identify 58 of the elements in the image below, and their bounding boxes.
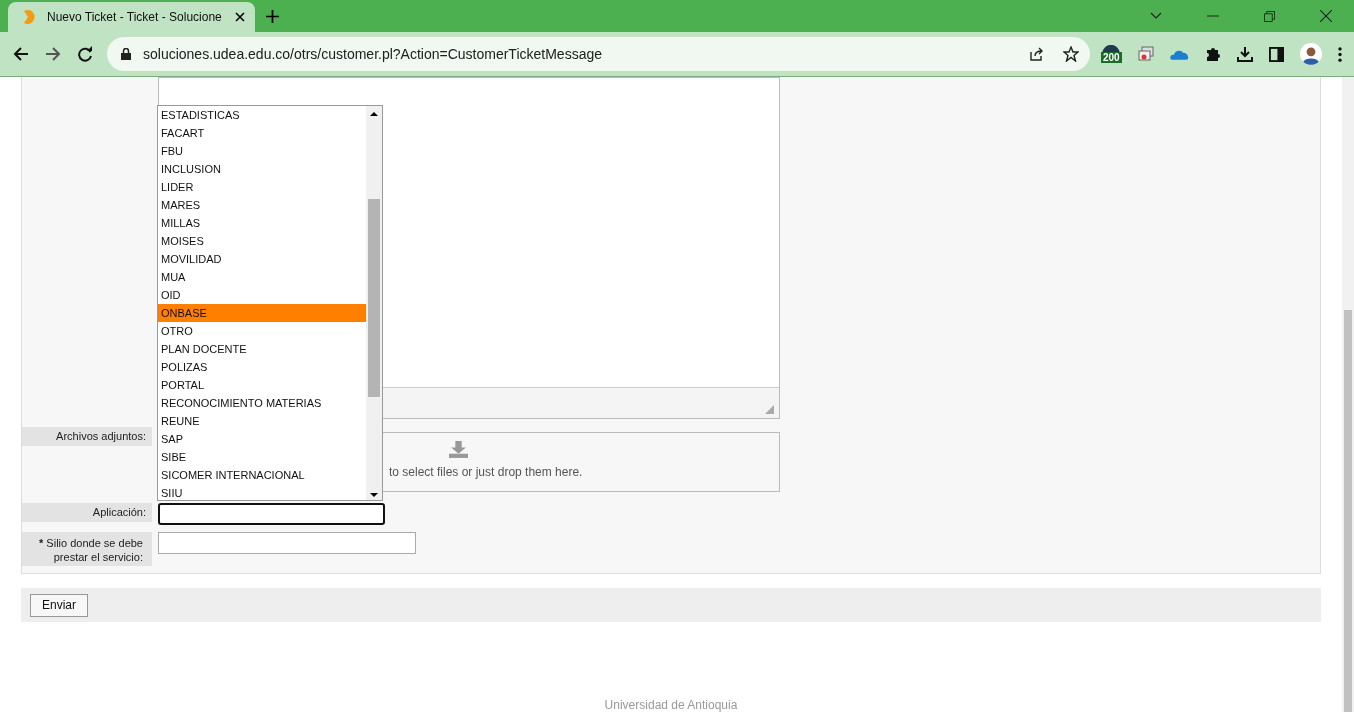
dropdown-option[interactable]: LIDER [158,178,366,196]
dropdown-option[interactable]: MOVILIDAD [158,250,366,268]
dropdown-option[interactable]: MUA [158,268,366,286]
forward-icon[interactable] [45,46,61,62]
scroll-down-icon[interactable] [370,493,378,497]
scrollbar-thumb[interactable] [368,198,380,397]
menu-icon[interactable] [1337,46,1342,62]
dropdown-option[interactable]: ONBASE [158,304,366,322]
dropdown-option[interactable]: PORTAL [158,376,366,394]
download-icon [449,441,468,458]
site-field[interactable] [158,532,416,554]
dropdown-option[interactable]: OID [158,286,366,304]
download-icon[interactable] [1236,46,1253,62]
puzzle-icon[interactable] [1204,46,1221,62]
scrollbar-thumb[interactable] [1344,310,1352,712]
dropdown-option[interactable]: PLAN DOCENTE [158,340,366,358]
dropdown-option[interactable]: SAP [158,430,366,448]
dropdown-option[interactable]: MILLAS [158,214,366,232]
dropdown-option[interactable]: MARES [158,196,366,214]
back-icon[interactable] [13,46,29,62]
field-label: Archivos adjuntos: [22,427,152,446]
application-field[interactable] [158,503,385,525]
extension-badge: 200 [1101,52,1122,63]
dropdown-option[interactable]: INCLUSION [158,160,366,178]
avatar-icon[interactable] [1299,43,1322,65]
share-icon[interactable] [1029,46,1045,62]
dropdown-option[interactable]: FBU [158,142,366,160]
favicon-icon [21,9,37,25]
address-bar[interactable]: soluciones.udea.edu.co/otrs/customer.pl?Action=CustomerTicketMessage [107,37,1090,71]
reload-icon[interactable] [77,46,93,62]
dropdown-option[interactable]: FACART [158,124,366,142]
footer-text: Universidad de Antioquia [603,698,739,712]
dropdown-option[interactable]: SIBE [158,448,366,466]
new-tab-icon[interactable] [266,10,279,23]
star-icon[interactable] [1063,46,1079,62]
dropdown-option[interactable]: SICOMER INTERNACIONAL [158,466,366,484]
restore-icon[interactable] [1264,10,1275,22]
extension-button[interactable]: 200 [1101,45,1122,63]
tab-title: Nuevo Ticket - Ticket - Solucione [47,10,223,24]
submit-button[interactable]: Enviar [30,593,88,617]
browser-tab[interactable]: Nuevo Ticket - Ticket - Solucione [8,2,255,32]
field-label: Silio donde se debe prestar el servicio: [46,537,143,563]
side-panel-icon[interactable] [1268,46,1284,62]
dropdown-option[interactable]: POLIZAS [158,358,366,376]
dropzone-text: to select files or just drop them here. [389,465,583,479]
dropdown-option[interactable]: REUNE [158,412,366,430]
resize-grip-icon[interactable] [765,405,774,414]
scroll-up-icon[interactable] [370,112,378,116]
chevron-down-icon[interactable] [1150,12,1162,20]
field-label: Aplicación: [22,503,152,522]
dropdown-option[interactable]: ESTADISTICAS [158,106,366,124]
dropdown-option[interactable]: OTRO [158,322,366,340]
dropdown-option[interactable]: RECONOCIMIENTO MATERIAS [158,394,366,412]
required-mark: * [39,537,44,549]
close-icon[interactable] [235,12,245,22]
lock-icon [121,48,131,60]
dropdown-option[interactable]: MOISES [158,232,366,250]
windows-icon[interactable] [1137,46,1154,62]
